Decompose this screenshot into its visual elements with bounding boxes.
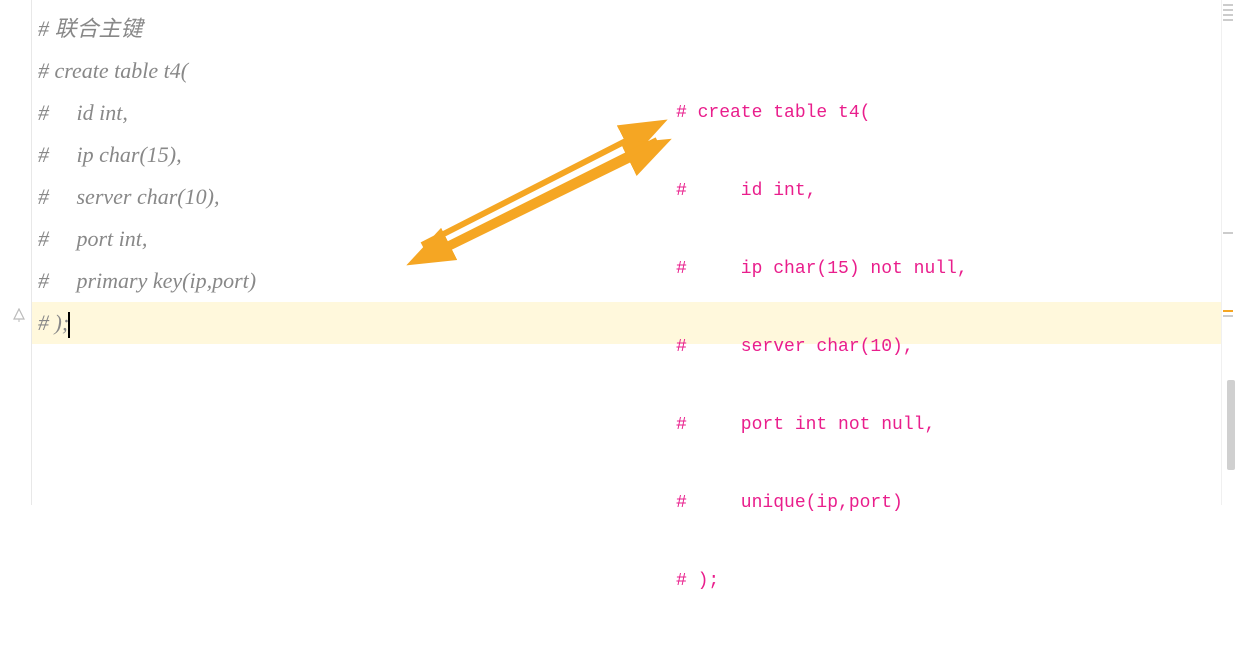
- right-code-line: # ip char(15) not null,: [676, 256, 968, 282]
- editor-container: # 联合主键 # create table t4( # id int, # ip…: [0, 0, 1235, 505]
- right-code-block: # create table t4( # id int, # ip char(1…: [676, 48, 968, 646]
- minimap-marks-current: [1223, 310, 1233, 320]
- right-code-line: # );: [676, 568, 968, 594]
- minimap-scrollbar[interactable]: [1227, 380, 1235, 470]
- code-line: # port int,: [32, 218, 1221, 260]
- minimap-mark: [1223, 315, 1233, 317]
- code-line: # ip char(15),: [32, 134, 1221, 176]
- right-code-line: # server char(10),: [676, 334, 968, 360]
- code-area[interactable]: # 联合主键 # create table t4( # id int, # ip…: [32, 0, 1221, 505]
- code-line: # server char(10),: [32, 176, 1221, 218]
- right-code-line: # port int not null,: [676, 412, 968, 438]
- fold-marker-icon[interactable]: [12, 308, 26, 322]
- minimap-marks-mid: [1223, 232, 1233, 237]
- code-line-current: # );: [32, 302, 1221, 344]
- code-line: # create table t4(: [32, 50, 1221, 92]
- text-cursor: [68, 312, 70, 338]
- minimap-mark: [1223, 4, 1233, 6]
- code-line: # 联合主键: [32, 8, 1221, 50]
- right-code-line: # create table t4(: [676, 100, 968, 126]
- minimap-mark: [1223, 232, 1233, 234]
- minimap-marks-top: [1223, 4, 1233, 24]
- minimap-mark: [1223, 9, 1233, 11]
- gutter: [0, 0, 32, 505]
- code-line: # id int,: [32, 92, 1221, 134]
- minimap-mark: [1223, 14, 1233, 16]
- minimap[interactable]: [1221, 0, 1235, 505]
- right-code-line: # unique(ip,port): [676, 490, 968, 516]
- minimap-mark-current: [1223, 310, 1233, 312]
- right-code-line: # id int,: [676, 178, 968, 204]
- code-text: # );: [38, 310, 69, 335]
- minimap-mark: [1223, 19, 1233, 21]
- code-line: # primary key(ip,port): [32, 260, 1221, 302]
